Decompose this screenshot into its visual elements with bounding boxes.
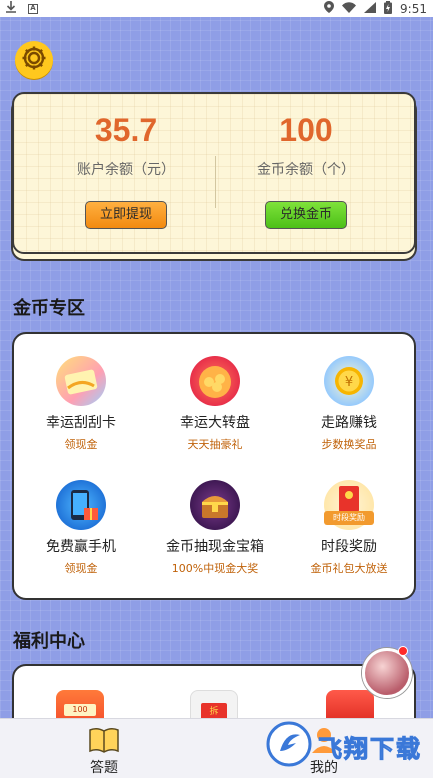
grid-item-title: 走路赚钱	[321, 415, 377, 431]
grid-item-subtitle: 领现金	[64, 438, 98, 451]
welfare-title: 福利中心	[13, 631, 85, 652]
grid-item-title: 时段奖励	[321, 539, 377, 555]
gear-icon	[20, 44, 48, 76]
grid-item-lucky-wheel[interactable]: 幸运大转盘 天天抽豪礼	[148, 356, 282, 452]
nav-answer[interactable]: 答题	[82, 725, 126, 777]
grid-item-subtitle: 天天抽豪礼	[187, 438, 243, 451]
coin-balance-label: 金币余额（个）	[257, 162, 355, 178]
grid-item-title: 幸运大转盘	[180, 415, 250, 431]
location-icon	[324, 1, 335, 16]
book-icon	[88, 725, 120, 755]
red-envelope-icon: 时段奖励	[324, 480, 374, 530]
walk-coin-icon: ¥	[324, 356, 374, 406]
account-balance-label: 账户余额（元）	[77, 162, 175, 178]
grid-item-title: 幸运刮刮卡	[46, 415, 116, 431]
wifi-icon	[342, 1, 357, 16]
grid-item-subtitle: 步数换奖品	[321, 438, 377, 451]
a-notification-icon: A	[28, 3, 38, 14]
lucky-wheel-icon	[190, 356, 240, 406]
settings-button[interactable]	[15, 41, 53, 79]
battery-icon	[384, 0, 393, 17]
coin-balance-value: 100	[279, 112, 333, 148]
grid-item-subtitle: 100%中现金大奖	[171, 562, 259, 575]
svg-text:¥: ¥	[345, 375, 353, 390]
account-balance: 35.7 账户余额（元） 立即提现	[36, 112, 216, 229]
gold-zone-card: 幸运刮刮卡 领现金 幸运大转盘 天天抽豪礼 ¥ 走路赚钱 步数换奖品 免费赢手机…	[12, 332, 416, 600]
status-bar: A 9:51	[0, 0, 433, 17]
nav-answer-label: 答题	[90, 760, 118, 776]
watermark: 飞翔下载	[266, 720, 426, 772]
welfare-coupon-label: 100	[64, 704, 96, 716]
download-icon	[6, 1, 16, 16]
balance-card: 35.7 账户余额（元） 立即提现 100 金币余额（个） 兑换金币	[12, 92, 416, 254]
signal-icon	[364, 1, 377, 16]
grid-item-free-phone[interactable]: 免费赢手机 领现金	[14, 480, 148, 576]
watermark-text: 飞翔下载	[318, 734, 422, 763]
grid-item-walk-earn[interactable]: ¥ 走路赚钱 步数换奖品	[282, 356, 416, 452]
grid-item-treasure-chest[interactable]: 金币抽现金宝箱 100%中现金大奖	[148, 480, 282, 576]
watermark-logo-icon	[266, 721, 312, 771]
grid-item-scratch-card[interactable]: 幸运刮刮卡 领现金	[14, 356, 148, 452]
account-balance-value: 35.7	[94, 112, 158, 148]
time-reward-badge: 时段奖励	[324, 511, 374, 525]
grid-item-subtitle: 领现金	[64, 562, 98, 575]
exchange-coins-button[interactable]: 兑换金币	[264, 201, 347, 229]
notification-dot	[398, 646, 408, 656]
grid-item-time-reward[interactable]: 时段奖励 时段奖励 金币礼包大放送	[282, 480, 416, 576]
grid-item-title: 金币抽现金宝箱	[166, 539, 264, 555]
phone-gift-icon	[56, 480, 106, 530]
status-time: 9:51	[400, 1, 427, 16]
coin-balance: 100 金币余额（个） 兑换金币	[216, 112, 396, 229]
scratch-card-icon	[56, 356, 106, 406]
gold-zone-title: 金币专区	[13, 298, 85, 319]
withdraw-button[interactable]: 立即提现	[84, 201, 167, 229]
grid-item-title: 免费赢手机	[46, 539, 116, 555]
treasure-chest-icon	[190, 480, 240, 530]
grid-item-subtitle: 金币礼包大放送	[310, 562, 388, 575]
